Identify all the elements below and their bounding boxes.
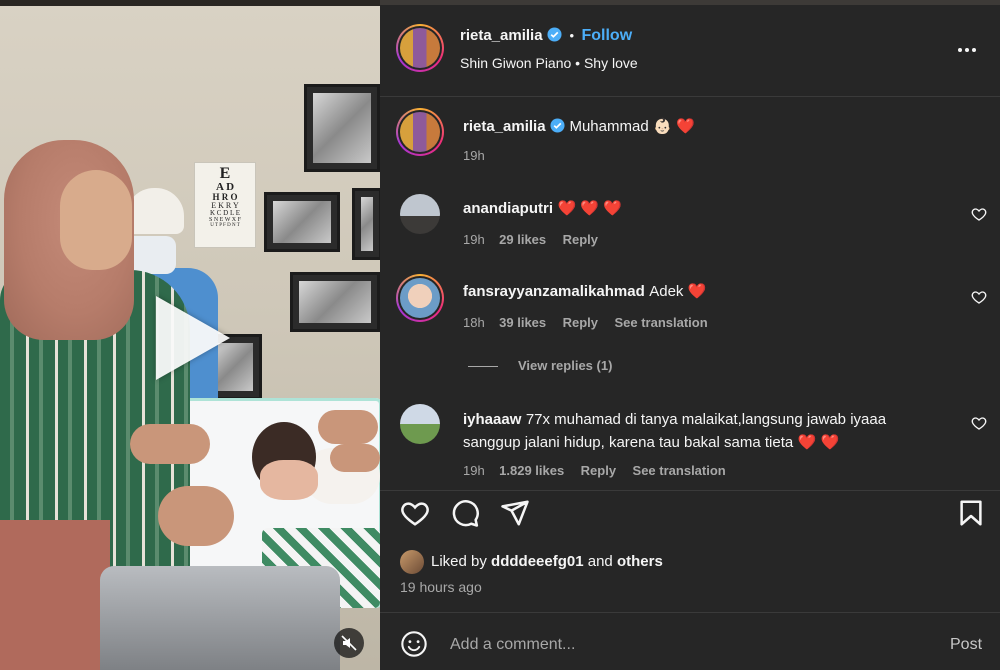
post-details-panel: rieta_amilia • Follow Shin Giwon Piano •… bbox=[380, 0, 1000, 670]
post-comment-button[interactable]: Post bbox=[950, 636, 982, 654]
comment-username[interactable]: anandiaputri bbox=[463, 200, 553, 217]
likes-summary: Liked by ddddeeefg01 and others bbox=[431, 553, 663, 570]
comment-text: sanggup jalani hidup, karena tau bakal s… bbox=[463, 434, 794, 451]
caption-time[interactable]: 19h bbox=[463, 148, 485, 163]
comment-emoji: ❤️ bbox=[687, 283, 707, 300]
comment-row: iyhaaaw 77x muhamad di tanya malaikat,la… bbox=[463, 408, 963, 454]
comment-emoji: ❤️ ❤️ bbox=[797, 434, 840, 451]
wall-photo-frame bbox=[264, 192, 340, 252]
likes-others-link[interactable]: others bbox=[617, 553, 663, 570]
comment-likes[interactable]: 39 likes bbox=[499, 315, 546, 330]
view-replies-line bbox=[468, 366, 498, 367]
woman-face bbox=[60, 170, 132, 270]
comment-input[interactable]: Add a comment... bbox=[450, 636, 575, 654]
view-replies-button[interactable]: View replies (1) bbox=[518, 358, 612, 373]
comment-row: fansrayyanzamalikahmad Adek ❤️ bbox=[463, 282, 707, 301]
comment-username[interactable]: iyhaaaw bbox=[463, 411, 521, 428]
comment-time[interactable]: 19h bbox=[463, 232, 485, 247]
liker-username[interactable]: ddddeeefg01 bbox=[491, 553, 584, 570]
see-translation-button[interactable]: See translation bbox=[633, 463, 726, 478]
hand bbox=[158, 486, 234, 546]
verified-icon bbox=[550, 118, 565, 133]
comment-row: anandiaputri ❤️ ❤️ ❤️ bbox=[463, 199, 622, 218]
bookmark-icon[interactable] bbox=[956, 498, 986, 528]
eye-chart-row: K C D L E bbox=[209, 209, 241, 217]
comment-likes[interactable]: 1.829 likes bbox=[499, 463, 564, 478]
instrument-tray bbox=[100, 566, 340, 670]
caption-text: Muhammad bbox=[569, 118, 649, 135]
nurse-cap bbox=[126, 188, 184, 234]
mute-icon-glyph bbox=[341, 635, 357, 651]
likes-prefix: Liked by bbox=[431, 553, 487, 570]
composer-divider bbox=[380, 612, 1000, 613]
wall-photo-frame bbox=[352, 188, 380, 260]
comment-emoji: ❤️ ❤️ ❤️ bbox=[557, 200, 622, 217]
mute-icon[interactable] bbox=[334, 628, 364, 658]
comment-time[interactable]: 19h bbox=[463, 463, 485, 478]
comment-avatar[interactable] bbox=[396, 274, 444, 322]
emoji-icon[interactable] bbox=[400, 630, 428, 658]
eye-chart-row: U T P F D N T bbox=[210, 223, 240, 228]
comment-icon[interactable] bbox=[450, 498, 480, 528]
hand bbox=[330, 444, 380, 472]
media-top-strip bbox=[0, 0, 380, 6]
heart-icon[interactable] bbox=[400, 498, 430, 528]
eye-chart: E A D H R O E K R Y K C D L E S N E W X … bbox=[194, 162, 256, 248]
header-separator: • bbox=[569, 28, 575, 43]
comment-avatar[interactable] bbox=[400, 404, 440, 444]
author-username[interactable]: rieta_amilia bbox=[460, 27, 543, 44]
header-divider bbox=[380, 96, 1000, 97]
comment-username[interactable]: fansrayyanzamalikahmad bbox=[463, 283, 645, 300]
comment-avatar[interactable] bbox=[400, 194, 440, 234]
comment-reply-button[interactable]: Reply bbox=[563, 232, 598, 247]
baby-face bbox=[260, 460, 318, 500]
see-translation-button[interactable]: See translation bbox=[614, 315, 707, 330]
caption-emoji: 👶🏻 ❤️ bbox=[653, 118, 695, 135]
eye-chart-row: E bbox=[219, 165, 231, 182]
wall-photo-frame bbox=[290, 272, 380, 332]
audio-label[interactable]: Shin Giwon Piano • Shy love bbox=[460, 55, 638, 71]
comment-meta: 19h 1.829 likes Reply See translation bbox=[463, 462, 726, 480]
author-avatar[interactable] bbox=[396, 24, 444, 72]
comment-likes[interactable]: 29 likes bbox=[499, 232, 546, 247]
panel-top-strip bbox=[380, 0, 1000, 5]
likes-connector: and bbox=[587, 553, 613, 570]
wall-photo-frame bbox=[304, 84, 380, 172]
actions-divider bbox=[380, 490, 1000, 491]
follow-button[interactable]: Follow bbox=[581, 27, 632, 44]
comment-reply-button[interactable]: Reply bbox=[581, 463, 616, 478]
caption-username[interactable]: rieta_amilia bbox=[463, 118, 546, 135]
header-title-row: rieta_amilia • Follow bbox=[460, 27, 632, 45]
share-icon[interactable] bbox=[500, 498, 530, 528]
comment-heart-icon[interactable] bbox=[971, 289, 987, 305]
comment-time[interactable]: 18h bbox=[463, 315, 485, 330]
comment-text: 77x muhamad di tanya malaikat,langsung j… bbox=[525, 411, 887, 428]
hand bbox=[318, 410, 378, 444]
caption-row: rieta_amilia Muhammad 👶🏻 ❤️ bbox=[463, 117, 695, 136]
hand bbox=[130, 424, 210, 464]
more-icon[interactable] bbox=[958, 38, 982, 62]
woman-pants bbox=[0, 520, 110, 670]
comment-meta: 19h 29 likes Reply bbox=[463, 231, 598, 249]
comment-heart-icon[interactable] bbox=[971, 206, 987, 222]
liker-avatar[interactable] bbox=[400, 550, 424, 574]
comment-meta: 18h 39 likes Reply See translation bbox=[463, 314, 708, 332]
verified-icon bbox=[547, 27, 562, 42]
post-time[interactable]: 19 hours ago bbox=[400, 579, 482, 595]
comment-reply-button[interactable]: Reply bbox=[563, 315, 598, 330]
caption-avatar[interactable] bbox=[396, 108, 444, 156]
post-media[interactable]: E A D H R O E K R Y K C D L E S N E W X … bbox=[0, 0, 380, 670]
comment-heart-icon[interactable] bbox=[971, 415, 987, 431]
comment-text: Adek bbox=[649, 283, 684, 300]
play-icon[interactable] bbox=[156, 296, 230, 380]
